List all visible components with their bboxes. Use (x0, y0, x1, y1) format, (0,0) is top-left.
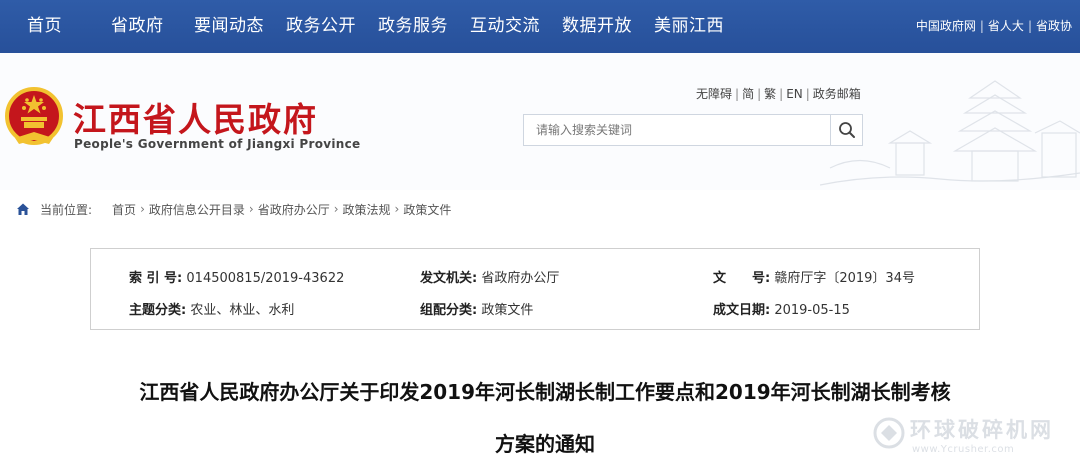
search-box (523, 114, 863, 146)
category-field: 组配分类: 政策文件 (420, 299, 533, 318)
nav-item-provincial-government[interactable]: 省政府 (111, 0, 164, 53)
document-number-label: 文 号: (713, 271, 771, 286)
link-english[interactable]: EN (786, 87, 803, 101)
document-number-field: 文 号: 赣府厅字〔2019〕34号 (713, 267, 915, 286)
index-number-field: 索 引 号: 014500815/2019-43622 (129, 267, 344, 286)
issuer-field: 发文机关: 省政府办公厅 (420, 267, 559, 286)
nav-item-beautiful-jiangxi[interactable]: 美丽江西 (654, 0, 724, 53)
breadcrumb-item-general-office[interactable]: 省政府办公厅 (258, 201, 330, 218)
breadcrumb-label: 当前位置: (40, 202, 93, 217)
topic-field: 主题分类: 农业、林业、水利 (129, 299, 294, 318)
home-icon (17, 203, 29, 215)
chevron-right-icon: › (248, 202, 254, 216)
chevron-right-icon: › (394, 202, 400, 216)
chevron-right-icon: › (140, 202, 145, 216)
breadcrumb-item-policies[interactable]: 政策法规 (343, 201, 391, 218)
link-simplified[interactable]: 简 (742, 87, 754, 101)
link-provincial-congress[interactable]: 省人大 (988, 19, 1024, 33)
date-field: 成文日期: 2019-05-15 (713, 299, 850, 318)
watermark-logo-icon (873, 417, 905, 449)
top-nav-bar: 首页 省政府 要闻动态 政务公开 政务服务 互动交流 数据开放 美丽江西 中国政… (0, 0, 1080, 53)
nav-item-interaction[interactable]: 互动交流 (470, 0, 540, 53)
topic-value: 农业、林业、水利 (190, 303, 295, 318)
index-number-label: 索 引 号: (129, 271, 183, 286)
document-metadata-box: 索 引 号: 014500815/2019-43622 发文机关: 省政府办公厅… (90, 248, 980, 330)
breadcrumb-item-policy-documents[interactable]: 政策文件 (403, 201, 451, 218)
divider: | (979, 19, 984, 33)
index-number-value: 014500815/2019-43622 (186, 271, 345, 286)
nav-item-home[interactable]: 首页 (27, 0, 62, 53)
document-title-line-1: 江西省人民政府办公厅关于印发2019年河长制湖长制工作要点和2019年河长制湖长… (139, 380, 951, 404)
issuer-value: 省政府办公厅 (481, 271, 560, 286)
divider: | (1027, 19, 1032, 33)
breadcrumb-item-info-directory[interactable]: 政府信息公开目录 (149, 201, 245, 218)
document-number-value: 赣府厅字〔2019〕34号 (774, 271, 915, 286)
date-label: 成文日期: (713, 303, 771, 318)
link-gov-email[interactable]: 政务邮箱 (813, 87, 861, 101)
link-accessibility[interactable]: 无障碍 (696, 87, 732, 101)
divider: | (779, 87, 784, 101)
link-traditional[interactable]: 繁 (764, 87, 776, 101)
nav-item-open-affairs[interactable]: 政务公开 (286, 0, 356, 53)
nav-item-services[interactable]: 政务服务 (378, 0, 448, 53)
divider: | (805, 87, 810, 101)
external-links: 中国政府网 | 省人大 | 省政协 (916, 0, 1072, 53)
search-input[interactable] (524, 115, 830, 145)
topic-label: 主题分类: (129, 303, 187, 318)
date-value: 2019-05-15 (774, 303, 850, 318)
national-emblem-icon (5, 87, 63, 145)
search-icon (838, 122, 855, 138)
site-title: 江西省人民政府 (73, 100, 318, 139)
link-china-gov[interactable]: 中国政府网 (916, 19, 976, 33)
issuer-label: 发文机关: (420, 271, 478, 286)
link-provincial-cppcc[interactable]: 省政协 (1036, 19, 1072, 33)
breadcrumb-item-home[interactable]: 首页 (112, 201, 136, 218)
category-value: 政策文件 (481, 303, 534, 318)
watermark-text: 环球破碎机网 (910, 418, 1054, 442)
site-subtitle: People's Government of Jiangxi Province (74, 137, 361, 151)
utility-links: 无障碍 | 简 | 繁 | EN | 政务邮箱 (696, 85, 861, 102)
nav-item-open-data[interactable]: 数据开放 (562, 0, 632, 53)
breadcrumb: 当前位置: 首页 › 政府信息公开目录 › 省政府办公厅 › 政策法规 › 政策文件 (16, 200, 451, 218)
site-header: 江西省人民政府 People's Government of Jiangxi P… (0, 53, 1080, 190)
divider: | (735, 87, 740, 101)
watermark: 环球破碎机网 www.Ycrusher.com (872, 412, 1077, 462)
chevron-right-icon: › (333, 202, 339, 216)
divider: | (757, 87, 762, 101)
nav-item-news[interactable]: 要闻动态 (194, 0, 264, 53)
search-button[interactable] (830, 115, 862, 145)
category-label: 组配分类: (420, 303, 478, 318)
watermark-url: www.Ycrusher.com (912, 444, 1015, 455)
